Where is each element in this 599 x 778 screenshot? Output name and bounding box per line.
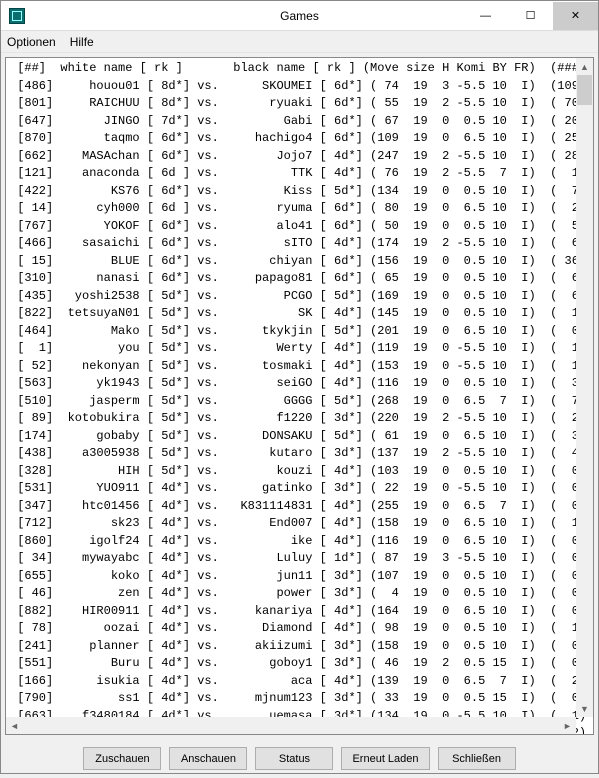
scroll-down-icon[interactable]: ▼ (576, 700, 593, 717)
app-icon (9, 8, 25, 24)
button-bar: Zuschauen Anschauen Status Erneut Laden … (1, 739, 598, 778)
scroll-up-icon[interactable]: ▲ (576, 58, 593, 75)
scroll-right-icon[interactable]: ► (559, 717, 576, 734)
horizontal-scrollbar[interactable]: ◄ ► (6, 717, 576, 734)
schliessen-button[interactable]: Schließen (438, 747, 516, 770)
menu-optionen[interactable]: Optionen (7, 35, 56, 49)
titlebar: Games — ☐ ✕ (1, 1, 598, 31)
erneut-laden-button[interactable]: Erneut Laden (341, 747, 429, 770)
menu-hilfe[interactable]: Hilfe (70, 35, 94, 49)
anschauen-button[interactable]: Anschauen (169, 747, 247, 770)
minimize-button[interactable]: — (463, 2, 508, 30)
vertical-scrollbar[interactable]: ▲ ▼ (576, 58, 593, 717)
content-frame: [##] white name [ rk ] black name [ rk ]… (5, 57, 594, 735)
zuschauen-button[interactable]: Zuschauen (83, 747, 161, 770)
close-button[interactable]: ✕ (553, 2, 598, 30)
games-listing[interactable]: [##] white name [ rk ] black name [ rk ]… (6, 58, 593, 734)
status-button[interactable]: Status (255, 747, 333, 770)
maximize-button[interactable]: ☐ (508, 2, 553, 30)
menubar: Optionen Hilfe (1, 31, 598, 53)
scroll-thumb[interactable] (577, 75, 592, 105)
scroll-left-icon[interactable]: ◄ (6, 717, 23, 734)
